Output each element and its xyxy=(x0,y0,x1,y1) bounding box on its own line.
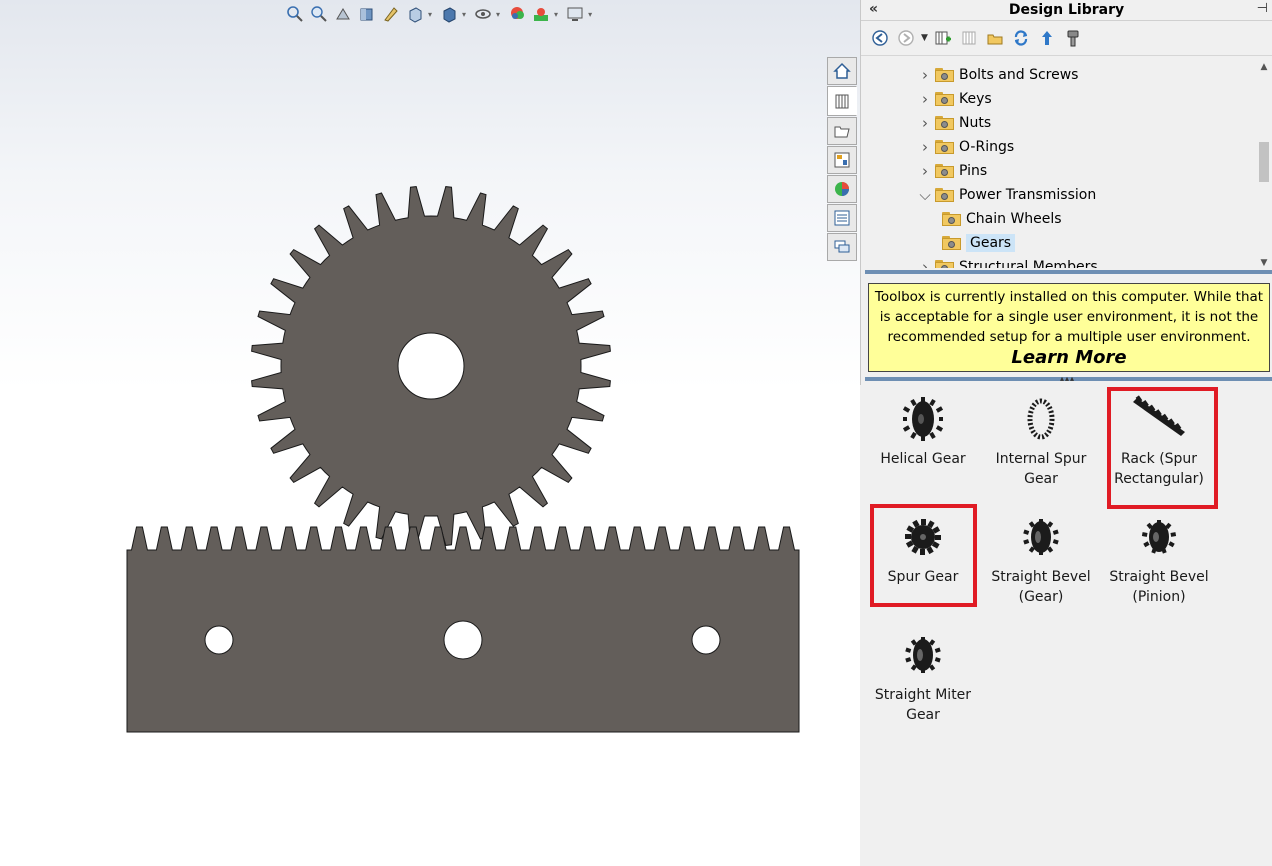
design-library-tree: › Bolts and Screws › Keys › Nuts › O-Rings › Pins… xyxy=(861,62,1257,268)
folder-icon xyxy=(935,116,955,130)
tree-item[interactable]: › Structural Members xyxy=(917,256,1098,268)
tree-item-label: Nuts xyxy=(959,115,992,131)
add-file-location-icon[interactable] xyxy=(958,27,980,49)
forum-icon[interactable] xyxy=(827,233,857,261)
gear-item[interactable]: Straight Bevel (Gear) xyxy=(982,507,1100,607)
tree-item-label: Structural Members xyxy=(959,259,1098,268)
folder-icon xyxy=(942,212,962,226)
toolbox-notice: Toolbox is currently installed on this c… xyxy=(868,283,1270,372)
panel-title: Design Library xyxy=(1008,2,1125,18)
folder-icon xyxy=(935,92,955,106)
chevron-down-icon[interactable]: ⌵ xyxy=(917,186,933,204)
tree-item[interactable]: › Pins xyxy=(917,160,987,182)
graphics-area[interactable]: ▾ ▾ ▾ ▾ ▾ xyxy=(0,0,860,866)
scroll-up-icon[interactable]: ▲ xyxy=(1256,62,1272,72)
highlight-box xyxy=(1107,387,1218,509)
straight-miter-gear-icon xyxy=(864,625,982,685)
learn-more-link[interactable]: Learn More xyxy=(869,348,1269,368)
highlight-box xyxy=(870,504,977,607)
rack-hole xyxy=(691,625,721,655)
folder-icon xyxy=(942,236,962,250)
folder-icon xyxy=(935,140,955,154)
gear-bore-hole xyxy=(397,332,465,400)
gear-rack-model[interactable] xyxy=(0,0,860,866)
helical-gear-icon xyxy=(864,389,982,449)
tree-item[interactable]: ⌵ Power Transmission xyxy=(917,184,1096,206)
rack-hole xyxy=(204,625,234,655)
internal-spur-gear-icon xyxy=(982,389,1100,449)
gear-item-label: Straight Bevel (Gear) xyxy=(991,569,1091,605)
chevron-right-icon[interactable]: › xyxy=(917,258,933,268)
tree-item-label: Keys xyxy=(959,91,992,107)
file-explorer-icon[interactable] xyxy=(827,117,857,145)
chevron-right-icon[interactable]: › xyxy=(917,162,933,180)
chevron-right-icon[interactable]: › xyxy=(917,90,933,108)
tree-scrollbar[interactable]: ▲ ▼ xyxy=(1256,62,1272,268)
chevron-right-icon[interactable]: › xyxy=(917,138,933,156)
folder-icon xyxy=(935,68,955,82)
tree-item[interactable]: Gears xyxy=(940,232,1016,254)
custom-properties-icon[interactable] xyxy=(827,204,857,232)
view-palette-icon[interactable] xyxy=(827,146,857,174)
rack-hole xyxy=(443,620,483,660)
gear-item[interactable]: Straight Miter Gear xyxy=(864,625,982,725)
collapse-panel-icon[interactable]: « xyxy=(869,1,878,17)
back-icon[interactable] xyxy=(869,27,891,49)
tree-item-label: Power Transmission xyxy=(959,187,1097,203)
tree-item[interactable]: › Nuts xyxy=(917,112,991,134)
appearances-scenes-icon[interactable] xyxy=(827,175,857,203)
refresh-icon[interactable] xyxy=(1010,27,1032,49)
tree-item[interactable]: › Bolts and Screws xyxy=(917,64,1078,86)
folder-icon xyxy=(935,164,955,178)
gear-item[interactable]: Straight Bevel (Pinion) xyxy=(1100,507,1218,607)
folder-icon xyxy=(935,260,955,268)
forward-icon[interactable] xyxy=(895,27,917,49)
scrollbar-thumb[interactable] xyxy=(1259,142,1269,182)
gear-item-label: Straight Miter Gear xyxy=(874,687,972,723)
straight-bevel-gear-icon xyxy=(982,507,1100,567)
tree-item[interactable]: › Keys xyxy=(917,88,992,110)
tree-item-label: Bolts and Screws xyxy=(959,67,1079,83)
chevron-right-icon[interactable]: › xyxy=(917,66,933,84)
gear-item-label: Helical Gear xyxy=(880,451,966,467)
add-to-library-icon[interactable] xyxy=(932,27,954,49)
splitter-grip-icon[interactable]: ▴▴▴ xyxy=(1060,374,1075,383)
gear-item[interactable]: Helical Gear xyxy=(864,389,982,469)
tree-item[interactable]: Chain Wheels xyxy=(940,208,1062,230)
solidworks-resources-icon[interactable] xyxy=(827,57,857,85)
tree-item-label: Pins xyxy=(959,163,988,179)
straight-bevel-pinion-icon xyxy=(1100,507,1218,567)
gears-gallery: Helical Gear Internal Spur Gear Rack (Spur… xyxy=(860,385,1272,866)
tree-item-label: Chain Wheels xyxy=(966,211,1062,227)
folder-icon xyxy=(935,188,955,202)
tree-item-label: Gears xyxy=(966,234,1016,252)
tree-item-label: O-Rings xyxy=(959,139,1015,155)
design-library-toolbar: ▼ xyxy=(861,21,1272,56)
pin-icon[interactable]: ⊣ xyxy=(1257,1,1268,16)
upper-splitter[interactable] xyxy=(865,270,1272,274)
scroll-down-icon[interactable]: ▼ xyxy=(1256,258,1272,268)
gear-item-label: Straight Bevel (Pinion) xyxy=(1109,569,1209,605)
panel-header: « Design Library ⊣ xyxy=(861,0,1272,21)
gear-item-label: Internal Spur Gear xyxy=(995,451,1087,487)
chevron-right-icon[interactable]: › xyxy=(917,114,933,132)
gear-item[interactable]: Internal Spur Gear xyxy=(982,389,1100,489)
create-new-folder-icon[interactable] xyxy=(984,27,1006,49)
tree-item[interactable]: › O-Rings xyxy=(917,136,1014,158)
history-dropdown-icon[interactable]: ▼ xyxy=(921,33,928,43)
task-pane-tabs xyxy=(827,57,859,262)
notice-text: Toolbox is currently installed on this c… xyxy=(874,289,1264,345)
up-folder-icon[interactable] xyxy=(1036,27,1058,49)
design-library-icon[interactable] xyxy=(827,86,857,116)
toolbox-icon[interactable] xyxy=(1062,27,1084,49)
